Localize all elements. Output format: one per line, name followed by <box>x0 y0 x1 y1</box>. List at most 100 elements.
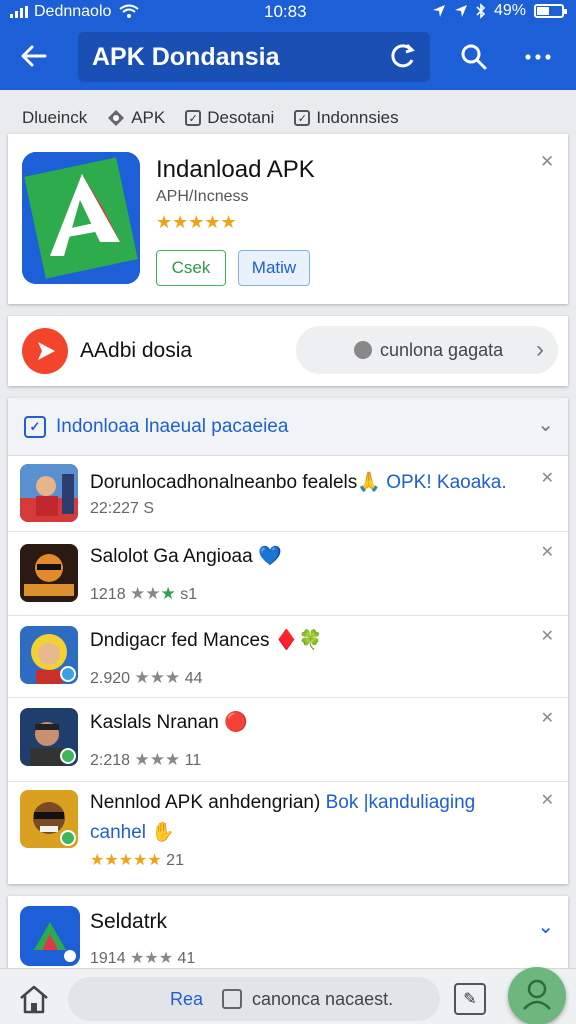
badge-icon <box>60 666 76 682</box>
edit-button[interactable]: ✎ <box>454 983 486 1015</box>
rating-stars: ★★★ <box>130 950 174 967</box>
list-item-meta-extra: 44 <box>184 670 203 687</box>
list-item[interactable]: Dndigacr fed Mances ♦️🍀 2.920 ★★★ 44 ✕ <box>8 616 568 698</box>
bookmark-icon <box>222 989 242 1009</box>
featured-app-card[interactable]: Indanload APK APH/Incness ★★★★★ Csek Mat… <box>8 134 568 304</box>
badge-icon <box>60 748 76 764</box>
promo-pill-label: cunlona gagata <box>380 339 504 360</box>
app-thumbnail-icon <box>20 544 78 602</box>
close-icon[interactable]: ✕ <box>541 542 554 562</box>
wifi-icon <box>119 4 140 18</box>
app-thumbnail-icon <box>20 708 78 766</box>
home-icon[interactable] <box>16 981 52 1017</box>
list-item[interactable]: Kaslals Nranan 🔴 2:218 ★★★ 11 ✕ <box>8 698 568 782</box>
check-button[interactable]: Csek <box>156 250 226 286</box>
chevron-right-icon: › <box>536 336 544 363</box>
view-button[interactable]: Matiw <box>238 250 310 286</box>
emoji: ♦️🍀 <box>274 630 323 651</box>
chip-indonnsies[interactable]: ✓ Indonnsies <box>294 108 399 128</box>
chip-dlueinck[interactable]: Dlueinck <box>22 108 87 128</box>
list-item-meta: 1218 <box>90 586 126 603</box>
list-header[interactable]: ✓ Indonloaa lnaeual pacaeiea ⌄ <box>8 398 568 456</box>
bottom-navigation: Rea canonca nacaest. ✎ <box>0 967 576 1024</box>
edit-icon: ✎ <box>463 991 477 1008</box>
search-icon <box>461 44 487 70</box>
bottom-app-meta-extra: 41 <box>177 950 196 967</box>
check-box-icon: ✓ <box>185 110 202 126</box>
emoji: ✋ <box>151 822 175 843</box>
featured-app-title: Indanload APK <box>156 156 315 183</box>
list-item-title-continued: canhel <box>90 822 146 843</box>
more-options-button[interactable] <box>518 37 558 77</box>
app-logo-icon <box>20 906 80 966</box>
person-icon <box>523 979 551 1010</box>
back-button[interactable] <box>14 36 54 76</box>
filter-chips: Dlueinck APK ✓ Desotani ✓ Indonnsies <box>0 100 576 136</box>
promo-banner[interactable]: AAdbi dosia cunlona gagata › <box>8 316 568 386</box>
list-header-title: Indonloaa lnaeual pacaeiea <box>56 416 289 437</box>
battery-percent: 49% <box>493 2 526 19</box>
list-item-link[interactable]: Bok |kanduliaging <box>326 792 476 813</box>
close-icon[interactable]: ✕ <box>541 626 554 646</box>
list-item-meta-extra: 21 <box>166 852 184 869</box>
search-field[interactable]: APK Dondansia <box>78 32 430 82</box>
app-thumbnail-icon <box>20 464 78 522</box>
bottom-app-meta: 1914 <box>90 950 126 967</box>
gear-icon <box>354 341 372 359</box>
list-item-meta: 22:227 <box>90 500 139 517</box>
nav-search-pill[interactable]: Rea canonca nacaest. <box>68 977 440 1021</box>
emoji: 🔴 <box>224 712 248 733</box>
bluetooth-icon <box>476 3 486 19</box>
close-icon[interactable]: ✕ <box>541 468 554 488</box>
signal-icon <box>10 6 28 18</box>
rating-stars: ★★★ <box>134 668 181 687</box>
location-icon <box>432 5 445 17</box>
chip-desotani[interactable]: ✓ Desotani <box>185 108 274 128</box>
close-icon[interactable]: ✕ <box>541 708 554 728</box>
nav-pill-text: canonca nacaest. <box>252 989 394 1009</box>
app-thumbnail-icon <box>20 626 78 684</box>
chip-apk[interactable]: APK <box>107 108 165 128</box>
tag-icon <box>108 110 125 126</box>
list-item-title: Kaslals Nranan <box>90 712 219 733</box>
badge-icon <box>60 830 76 846</box>
list-item-meta: 2.920 <box>90 670 131 687</box>
app-thumbnail-icon <box>20 790 78 848</box>
clock: 10:83 <box>264 2 307 21</box>
location-icon <box>454 5 467 17</box>
battery-icon <box>534 4 567 18</box>
check-box-icon: ✓ <box>294 110 311 126</box>
chevron-down-icon[interactable]: ⌄ <box>537 412 554 437</box>
list-item-meta-extra: S <box>143 500 155 517</box>
app-logo-icon <box>22 152 140 284</box>
close-icon[interactable]: ✕ <box>541 790 554 810</box>
bottom-app-card[interactable]: Seldatrk 1914 ★★★ 41 ⌄ <box>8 896 568 976</box>
list-item[interactable]: Salolot Ga Angioaa 💙 1218 ★★★ s1 ✕ <box>8 532 568 616</box>
status-bar: Dednnaolo 10:83 49% <box>0 0 576 24</box>
promo-title: AAdbi dosia <box>80 339 193 362</box>
list-item-title: Nennlod APK anhdengrian) <box>90 792 321 813</box>
featured-rating-stars: ★★★★★ <box>156 212 237 232</box>
list-item-title: Salolot Ga Angioaa <box>90 546 253 567</box>
app-list-panel: ✓ Indonloaa lnaeual pacaeiea ⌄ Dorunloca… <box>8 398 568 884</box>
bottom-app-title: Seldatrk <box>90 910 168 933</box>
list-item-link[interactable]: OPK! Kaoaka. <box>386 472 506 493</box>
checkbox-icon[interactable]: ✓ <box>24 416 46 438</box>
more-dots-icon <box>525 54 551 60</box>
nav-pill-accent: Rea <box>170 989 204 1009</box>
arrow-left-icon <box>21 45 47 67</box>
list-item[interactable]: Nennlod APK anhdengrian) Bok |kanduliagi… <box>8 782 568 884</box>
rating-stars: ★★ <box>130 584 161 603</box>
list-item[interactable]: Dorunlocadhonalneanbo fealels🙏 OPK! Kaoa… <box>8 456 568 532</box>
profile-fab[interactable] <box>508 967 566 1024</box>
close-icon[interactable]: ✕ <box>540 152 554 172</box>
search-query: APK Dondansia <box>92 42 280 71</box>
search-button[interactable] <box>454 37 494 77</box>
app-bar: APK Dondansia <box>0 24 576 90</box>
list-item-meta: 2:218 <box>90 752 131 769</box>
rating-star-green: ★ <box>160 584 176 603</box>
list-item-meta-extra: s1 <box>180 586 198 603</box>
promo-action-pill[interactable]: cunlona gagata › <box>296 326 558 374</box>
chevron-down-icon[interactable]: ⌄ <box>537 914 554 939</box>
reload-icon[interactable] <box>388 41 418 71</box>
